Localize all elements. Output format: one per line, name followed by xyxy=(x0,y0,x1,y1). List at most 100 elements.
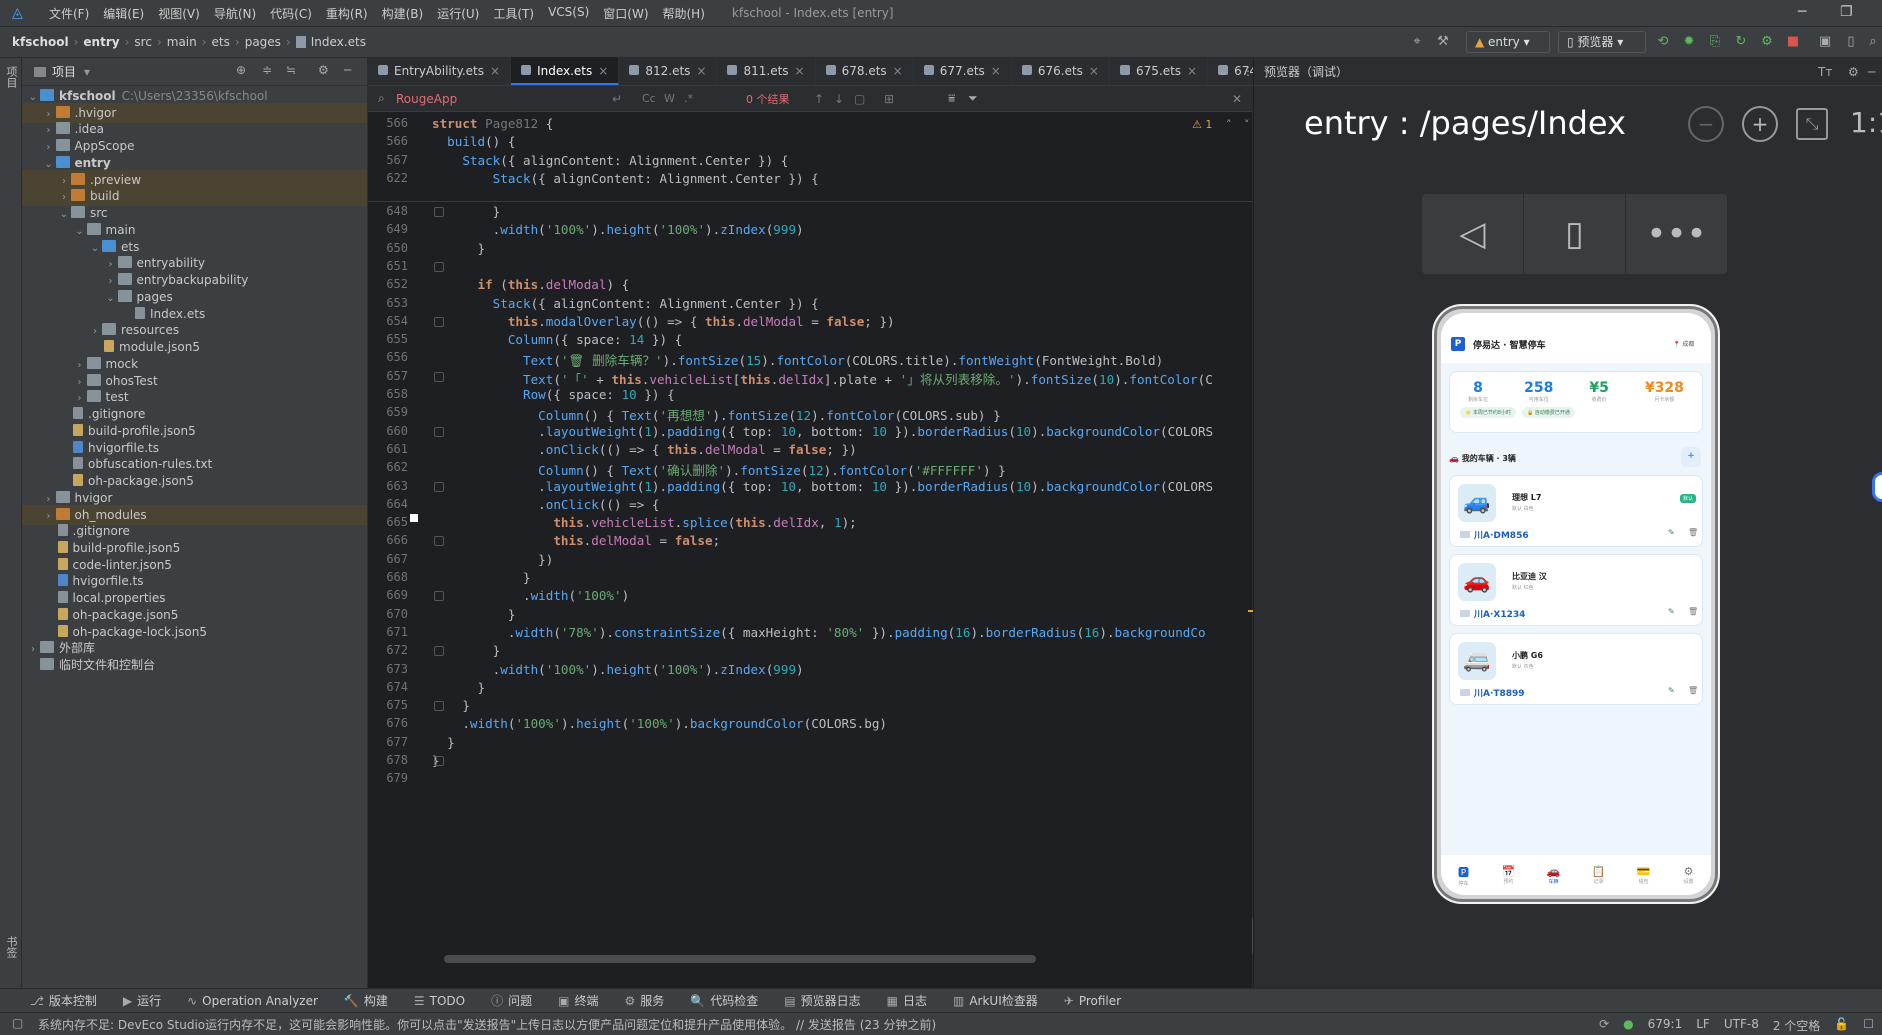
bookmarks-tool-label[interactable]: 书签 xyxy=(3,936,19,958)
code-line[interactable]: Text('「' + this.vehicleList[this.delIdx]… xyxy=(432,369,1213,388)
bottom-tool-2[interactable]: ∿ Operation Analyzer xyxy=(187,994,318,1008)
stat-item[interactable]: 258 可用车位 xyxy=(1524,380,1553,403)
menu-item[interactable]: 工具(T) xyxy=(486,5,541,22)
stat-item[interactable]: 8 剩余车位 xyxy=(1468,380,1488,403)
project-panel-title[interactable]: 项目 xyxy=(52,63,76,80)
delete-icon[interactable]: 🗑 xyxy=(1688,528,1698,537)
select-all-icon[interactable]: ▢ xyxy=(854,92,865,106)
close-tab-icon[interactable]: × xyxy=(893,64,903,78)
delete-icon[interactable]: 🗑 xyxy=(1688,686,1698,695)
edit-icon[interactable]: ✎ xyxy=(1668,528,1675,537)
editor-tab[interactable]: 678.ets × xyxy=(816,57,914,85)
menu-item[interactable]: 帮助(H) xyxy=(656,5,712,22)
fold-marker-icon[interactable] xyxy=(434,756,444,766)
editor-tab[interactable]: Index.ets × xyxy=(511,57,620,85)
code-line[interactable]: .width('100%').height('100%').zIndex(999… xyxy=(432,662,804,677)
code-line[interactable]: .width('100%') xyxy=(432,588,629,603)
editor-tab[interactable]: EntryAbility.ets × xyxy=(368,57,512,85)
code-line[interactable]: .width('78%').constraintSize({ maxHeight… xyxy=(432,625,1206,640)
breadcrumb-item[interactable]: entry xyxy=(83,35,119,49)
fit-screen-icon[interactable]: ⤡ xyxy=(1796,108,1828,140)
breadcrumb-item[interactable]: kfschool xyxy=(12,35,69,49)
horizontal-scrollbar[interactable] xyxy=(444,955,1036,963)
menu-item[interactable]: VCS(S) xyxy=(541,5,596,22)
stop-icon[interactable]: ■ xyxy=(1784,33,1802,51)
attach-icon[interactable]: ⎘ xyxy=(1706,33,1724,51)
zoom-ratio[interactable]: 1:1 xyxy=(1850,106,1882,139)
code-line[interactable]: .layoutWeight(1).padding({ top: 10, bott… xyxy=(432,424,1213,439)
bottom-tool-8[interactable]: 🔍 代码检查 xyxy=(690,992,758,1009)
next-match-icon[interactable]: ↓ xyxy=(834,92,844,106)
menu-item[interactable]: 代码(C) xyxy=(263,5,319,22)
collapse-all-icon[interactable]: ≒ xyxy=(286,63,296,77)
menu-item[interactable]: 视图(V) xyxy=(151,5,207,22)
filter-lines-icon[interactable]: ⊞ xyxy=(884,92,894,106)
line-separator[interactable]: LF xyxy=(1696,1017,1710,1034)
rotate-icon[interactable]: ▯ xyxy=(1524,194,1626,274)
code-line[interactable]: } xyxy=(432,570,531,585)
breadcrumb-item[interactable]: src xyxy=(134,35,152,49)
stat-item[interactable]: ¥5 收费价 xyxy=(1589,380,1608,403)
app-nav-item[interactable]: 🚗 车辆 xyxy=(1536,865,1572,885)
preview-device-select[interactable]: ▯ 预览器 ▾ xyxy=(1558,31,1646,53)
bottom-tool-12[interactable]: ✈ Profiler xyxy=(1064,994,1121,1008)
app-nav-item[interactable]: ⚙ 设置 xyxy=(1671,865,1707,885)
tab-list-chevron-icon[interactable]: ⌄ xyxy=(1218,64,1228,78)
code-line[interactable]: } xyxy=(432,735,455,750)
module-select[interactable]: ▲ entry ▾ xyxy=(1466,31,1550,53)
zoom-out-icon[interactable]: − xyxy=(1688,106,1724,142)
rerun-icon[interactable]: ↻ xyxy=(1732,33,1750,51)
text-tool-icon[interactable]: Tт xyxy=(1818,65,1832,79)
warning-indicator[interactable]: ⚠ 1 xyxy=(1192,118,1212,131)
code-line[interactable]: if (this.delModal) { xyxy=(432,277,630,292)
gear-icon[interactable]: ⚙ xyxy=(318,63,329,77)
close-tab-icon[interactable]: × xyxy=(1089,64,1099,78)
code-line[interactable]: Column({ space: 14 }) { xyxy=(432,332,682,347)
breadcrumb-item[interactable]: Index.ets xyxy=(311,35,366,49)
breakpoint-marker[interactable] xyxy=(410,514,418,522)
breadcrumb-item[interactable]: main xyxy=(167,35,197,49)
code-line[interactable]: } xyxy=(432,680,485,695)
code-area[interactable]: 648 } 649 .width('100%').height('100%').z… xyxy=(368,202,1252,962)
fold-marker-icon[interactable] xyxy=(434,481,444,492)
tree-row[interactable]: 临时文件和控制台 xyxy=(22,655,367,675)
fold-marker-icon[interactable] xyxy=(434,207,444,217)
menu-item[interactable]: 运行(U) xyxy=(430,5,486,22)
bottom-tool-6[interactable]: ▣ 终端 xyxy=(558,992,598,1009)
menu-item[interactable]: 文件(F) xyxy=(42,5,96,22)
edit-icon[interactable]: ✎ xyxy=(1668,607,1675,616)
debug-icon[interactable]: ✹ xyxy=(1680,33,1698,51)
locate-icon[interactable]: ⊕ xyxy=(236,63,246,77)
match-case-icon[interactable]: Cc xyxy=(642,92,656,105)
code-line[interactable]: Text('🗑 删除车辆？').fontSize(15).fontColor(C… xyxy=(432,350,1163,369)
code-line[interactable]: } xyxy=(432,241,485,256)
edit-icon[interactable]: ✎ xyxy=(1668,686,1675,695)
maximize-icon[interactable]: ❐ xyxy=(1840,4,1853,20)
zoom-in-icon[interactable]: + xyxy=(1742,106,1778,142)
code-line[interactable]: this.vehicleList.splice(this.delIdx, 1); xyxy=(432,515,856,530)
code-line[interactable]: .layoutWeight(1).padding({ top: 10, bott… xyxy=(432,479,1213,494)
close-tab-icon[interactable]: × xyxy=(991,64,1001,78)
delete-icon[interactable]: 🗑 xyxy=(1688,607,1698,616)
app-nav-item[interactable]: 🅿 停车 xyxy=(1446,864,1482,887)
sync-icon[interactable]: ⟳ xyxy=(1599,1017,1609,1034)
code-line[interactable]: .width('100%').height('100%').background… xyxy=(432,716,887,731)
vehicle-card[interactable]: 🚙 理想 L7 默认 白色 默认 川A·DM856 ✎ 🗑 xyxy=(1449,475,1703,547)
close-tab-icon[interactable]: × xyxy=(598,64,608,78)
bottom-tool-0[interactable]: ⎇ 版本控制 xyxy=(30,992,97,1009)
file-encoding[interactable]: UTF-8 xyxy=(1724,1017,1759,1034)
filter-icon[interactable]: ⏷ xyxy=(968,91,978,106)
info-chip[interactable]: 🔒 自动缴费已开通 xyxy=(1522,407,1575,418)
editor-tab[interactable]: 811.ets × xyxy=(717,57,816,85)
bottom-tool-11[interactable]: ▥ ArkUI检查器 xyxy=(953,992,1038,1009)
phone-icon[interactable]: ▯ xyxy=(1842,33,1860,51)
menu-item[interactable]: 编辑(E) xyxy=(96,5,151,22)
fold-marker-icon[interactable] xyxy=(434,536,444,547)
gear-icon[interactable]: ⚙ xyxy=(1848,65,1859,79)
breadcrumb-item[interactable]: pages xyxy=(245,35,281,49)
breadcrumb-item[interactable]: ets xyxy=(212,35,230,49)
bottom-tool-1[interactable]: ▶ 运行 xyxy=(123,992,161,1009)
editor-tab[interactable]: 677.ets × xyxy=(914,57,1012,85)
location-label[interactable]: 📍 成都 xyxy=(1673,339,1694,348)
code-line[interactable]: Column() { Text('确认删除').fontSize(12).fon… xyxy=(432,460,1006,479)
